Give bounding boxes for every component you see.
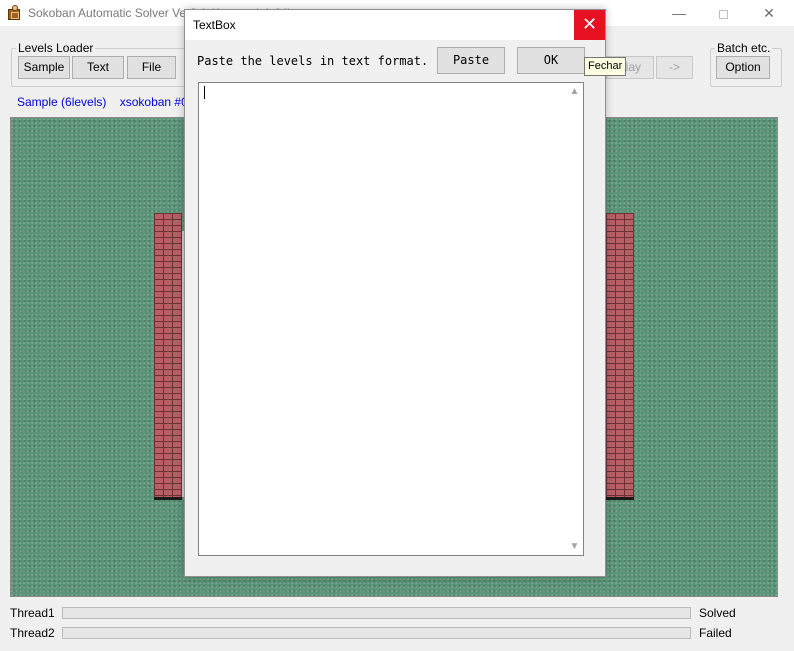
levels-loader-legend: Levels Loader [18,41,94,55]
paste-button[interactable]: Paste [437,47,505,74]
thread2-progress [62,627,691,639]
next-step-button[interactable]: -> [656,56,693,79]
option-button[interactable]: Option [716,56,770,79]
thread1-label: Thread1 [10,606,55,620]
file-button[interactable]: File [127,56,176,79]
thread1-status: Solved [699,606,736,620]
minimize-button[interactable]: — [656,0,702,26]
level-link-xsokoban[interactable]: xsokoban #0 [120,95,188,109]
level-link-sample[interactable]: Sample (6levels) [17,95,106,109]
thread2-label: Thread2 [10,626,55,640]
thread1-progress [62,607,691,619]
sokoban-app-icon [6,5,22,21]
maximize-icon [718,9,728,19]
maximize-button[interactable] [700,0,746,26]
text-button[interactable]: Text [72,56,124,79]
textarea-scrollbar[interactable]: ▲ ▼ [566,83,583,555]
close-tooltip: Fechar [584,57,627,76]
sample-button[interactable]: Sample [18,56,70,79]
scroll-up-icon[interactable]: ▲ [566,83,583,100]
paste-instruction: Paste the levels in text format. [197,54,429,68]
levels-text-input[interactable]: ▲ ▼ [198,82,584,556]
close-window-button[interactable]: ✕ [746,0,792,26]
brick-wall-right [606,213,634,500]
scroll-down-icon[interactable]: ▼ [566,538,583,555]
text-caret [204,86,205,99]
level-links: Sample (6levels) xsokoban #0 [17,95,198,109]
brick-wall-left [154,213,182,500]
batch-legend: Batch etc. [717,41,771,55]
thread2-status: Failed [699,626,732,640]
dialog-close-button[interactable]: ✕ [574,10,605,40]
textbox-dialog: TextBox ✕ Paste the levels in text forma… [184,9,606,577]
dialog-titlebar[interactable]: TextBox ✕ [185,10,605,40]
ok-button[interactable]: OK [517,47,585,74]
dialog-title: TextBox [193,18,236,32]
